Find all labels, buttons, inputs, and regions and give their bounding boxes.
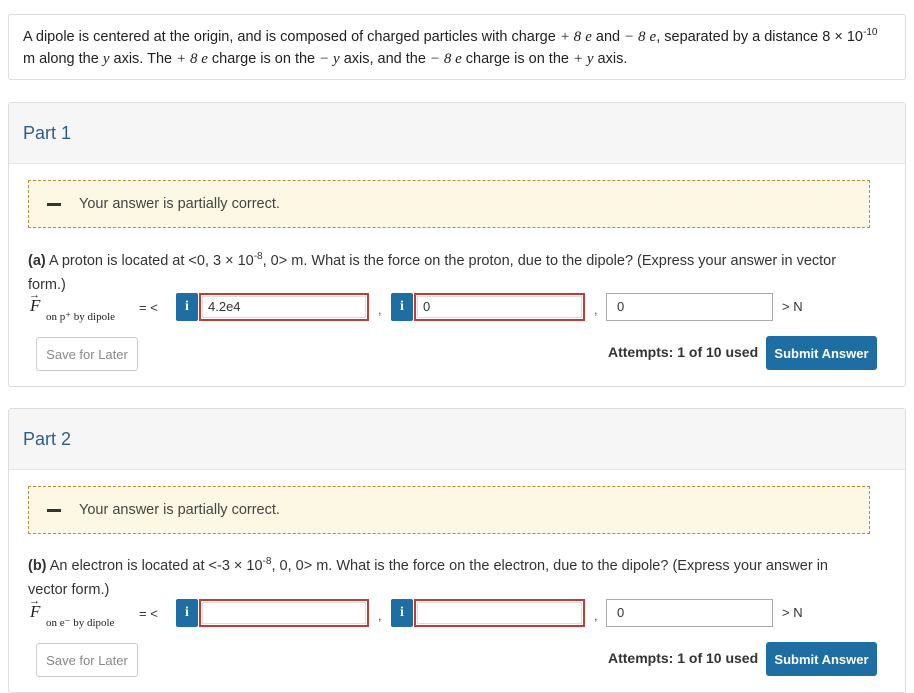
save-for-later-button[interactable]: Save for Later <box>36 643 138 677</box>
save-for-later-button[interactable]: Save for Later <box>36 337 138 371</box>
part-1-title: Part 1 <box>9 103 905 164</box>
comma: , <box>378 608 382 623</box>
part-2-feedback: Your answer is partially correct. <box>28 486 870 534</box>
part-2-title: Part 2 <box>9 409 905 470</box>
part-2-y-input[interactable] <box>414 599 585 627</box>
part-1-open-bracket: = < <box>139 300 158 315</box>
part-1-y-input[interactable]: 0 <box>414 293 585 321</box>
part-2-z-input[interactable]: 0 <box>606 599 773 627</box>
problem-statement: A dipole is centered at the origin, and … <box>8 14 906 80</box>
info-icon[interactable]: i <box>391 599 413 627</box>
comma: , <box>594 608 598 623</box>
part-2-attempts: Attempts: 1 of 10 used <box>608 650 759 666</box>
part-1-z-input[interactable]: 0 <box>606 293 773 321</box>
partial-icon <box>47 202 61 206</box>
part-2-open-bracket: = < <box>139 606 158 621</box>
part-2-unit: > N <box>782 605 803 620</box>
comma: , <box>594 302 598 317</box>
info-icon[interactable]: i <box>176 599 198 627</box>
part-1-attempts: Attempts: 1 of 10 used <box>608 344 759 360</box>
submit-answer-button[interactable]: Submit Answer <box>766 336 877 370</box>
part-1-feedback: Your answer is partially correct. <box>28 180 870 228</box>
part-1-x-input[interactable]: 4.2e4 <box>199 293 369 321</box>
part-2-question: (b) An electron is located at <-3 × 10-8… <box>28 556 828 598</box>
partial-icon <box>47 508 61 512</box>
info-icon[interactable]: i <box>176 293 198 321</box>
part-1-unit: > N <box>782 299 803 314</box>
part-2-x-input[interactable] <box>199 599 369 627</box>
part-1-question: (a) A proton is located at <0, 3 × 10-8,… <box>28 251 837 293</box>
comma: , <box>378 302 382 317</box>
submit-answer-button[interactable]: Submit Answer <box>766 642 877 676</box>
info-icon[interactable]: i <box>391 293 413 321</box>
